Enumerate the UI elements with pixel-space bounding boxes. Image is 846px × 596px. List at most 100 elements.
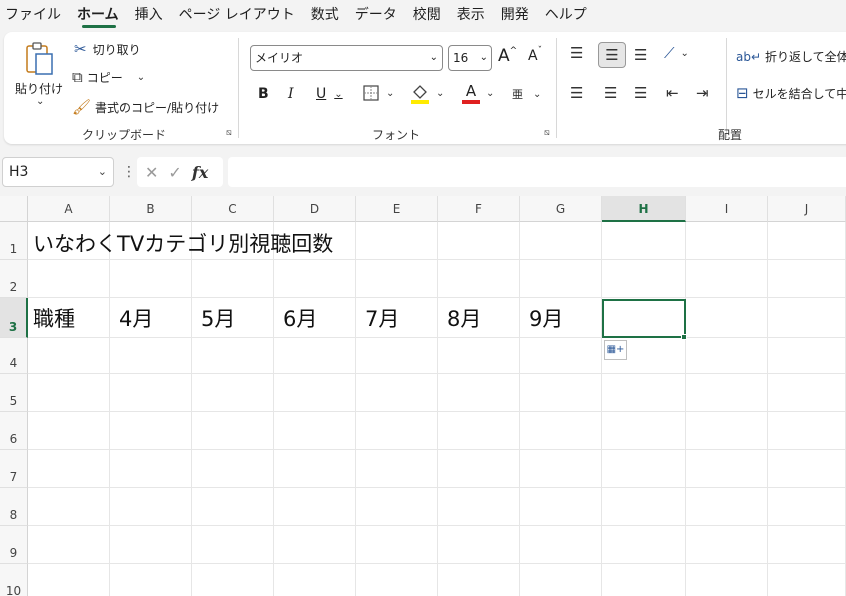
column-header-j[interactable]: J: [768, 196, 846, 222]
menu-home[interactable]: ホーム: [72, 0, 130, 30]
grid-cell[interactable]: [768, 488, 846, 526]
row-header-5[interactable]: 5: [0, 374, 28, 412]
align-left-button[interactable]: ☰: [570, 84, 583, 102]
grow-font-button[interactable]: A ^: [498, 46, 517, 66]
increase-indent-button[interactable]: ⇥: [696, 84, 709, 102]
row-header-1[interactable]: 1: [0, 222, 28, 260]
grid-cell[interactable]: [356, 260, 438, 298]
row-header-6[interactable]: 6: [0, 412, 28, 450]
grid-cell[interactable]: [520, 338, 602, 374]
grid-cell[interactable]: [192, 412, 274, 450]
orientation-button[interactable]: ⟋ ⌄: [664, 44, 689, 62]
shrink-font-button[interactable]: Aˇ: [528, 46, 542, 64]
cell-c3[interactable]: 5月: [201, 303, 235, 333]
cut-button[interactable]: ✂ 切り取り: [74, 40, 141, 58]
grid-cell[interactable]: [110, 374, 192, 412]
grid-cell[interactable]: [602, 222, 686, 260]
active-cell-h3[interactable]: [602, 299, 686, 338]
paste-dropdown[interactable]: ⌄: [36, 96, 44, 107]
grid-cell[interactable]: [438, 260, 520, 298]
grid-cell[interactable]: [438, 412, 520, 450]
grid-cell[interactable]: [356, 412, 438, 450]
column-header-f[interactable]: F: [438, 196, 520, 222]
grid-cell[interactable]: [356, 564, 438, 596]
grid-cell[interactable]: [28, 338, 110, 374]
grid-cell[interactable]: [520, 412, 602, 450]
cell-f3[interactable]: 8月: [447, 303, 481, 333]
underline-button[interactable]: U ⌄: [316, 86, 343, 102]
grid-cell[interactable]: [438, 450, 520, 488]
grid-cell[interactable]: [192, 488, 274, 526]
grid-cell[interactable]: [274, 338, 356, 374]
grid-cell[interactable]: [602, 488, 686, 526]
font-color-button[interactable]: A ⌄: [462, 82, 494, 104]
row-header-3[interactable]: 3: [0, 298, 28, 338]
grid-cell[interactable]: [192, 374, 274, 412]
column-header-c[interactable]: C: [192, 196, 274, 222]
grid-cell[interactable]: [602, 450, 686, 488]
grid-cell[interactable]: [686, 488, 768, 526]
paste-button[interactable]: [24, 40, 54, 76]
grid-cell[interactable]: [686, 564, 768, 596]
grid-cell[interactable]: [768, 338, 846, 374]
merge-center-button[interactable]: ⊟ セルを結合して中: [736, 84, 846, 102]
grid-cell[interactable]: [686, 412, 768, 450]
grid-cell[interactable]: [686, 374, 768, 412]
grid-cell[interactable]: [110, 260, 192, 298]
grid-cell[interactable]: [28, 488, 110, 526]
grid-cell[interactable]: [110, 564, 192, 596]
grid-cell[interactable]: [110, 412, 192, 450]
grid-cell[interactable]: [768, 222, 846, 260]
grid-cell[interactable]: [438, 222, 520, 260]
grid-cell[interactable]: [768, 412, 846, 450]
grid-cell[interactable]: [274, 260, 356, 298]
grid-cell[interactable]: [192, 338, 274, 374]
fill-handle[interactable]: [681, 334, 687, 340]
grid-cell[interactable]: [520, 450, 602, 488]
grid-cell[interactable]: [520, 564, 602, 596]
grid-cell[interactable]: [520, 526, 602, 564]
row-header-8[interactable]: 8: [0, 488, 28, 526]
grid-cell[interactable]: [110, 338, 192, 374]
grid-cell[interactable]: [686, 260, 768, 298]
grid-cell[interactable]: [192, 450, 274, 488]
menu-developer[interactable]: 開発: [496, 0, 540, 30]
menu-review[interactable]: 校閲: [408, 0, 452, 30]
column-header-i[interactable]: I: [686, 196, 768, 222]
bold-button[interactable]: B: [258, 86, 269, 102]
align-bottom-button[interactable]: ☰: [634, 46, 647, 64]
font-size-select[interactable]: 16 ⌄: [448, 45, 492, 71]
align-center-button[interactable]: ☰: [604, 84, 617, 102]
grid-cell[interactable]: [768, 450, 846, 488]
row-header-2[interactable]: 2: [0, 260, 28, 298]
grid-cell[interactable]: [768, 374, 846, 412]
fill-color-button[interactable]: ⌄: [410, 82, 444, 104]
menu-view[interactable]: 表示: [452, 0, 496, 30]
column-header-e[interactable]: E: [356, 196, 438, 222]
grid-cell[interactable]: [602, 374, 686, 412]
grid-cell[interactable]: [520, 374, 602, 412]
row-header-9[interactable]: 9: [0, 526, 28, 564]
align-middle-button[interactable]: ☰: [598, 42, 626, 68]
grid-cell[interactable]: [356, 374, 438, 412]
grid-cell[interactable]: [686, 298, 768, 338]
cell-b3[interactable]: 4月: [119, 303, 153, 333]
grid-cell[interactable]: [520, 260, 602, 298]
align-right-button[interactable]: ☰: [634, 84, 647, 102]
grid-cell[interactable]: [602, 260, 686, 298]
select-all-corner[interactable]: [0, 196, 28, 222]
grid-cell[interactable]: [438, 564, 520, 596]
clipboard-launcher-icon[interactable]: ⧅: [226, 128, 232, 138]
grid-cell[interactable]: [686, 222, 768, 260]
cell-g3[interactable]: 9月: [529, 303, 563, 333]
grid-cell[interactable]: [438, 374, 520, 412]
grid-cell[interactable]: [602, 564, 686, 596]
grid-cell[interactable]: [356, 222, 438, 260]
confirm-icon[interactable]: ✓: [168, 163, 181, 182]
grid-cell[interactable]: [686, 338, 768, 374]
row-header-4[interactable]: 4: [0, 338, 28, 374]
grid-cell[interactable]: [356, 526, 438, 564]
cell-a3[interactable]: 職種: [33, 303, 75, 333]
row-header-10[interactable]: 10: [0, 564, 28, 596]
grid-cell[interactable]: [686, 526, 768, 564]
